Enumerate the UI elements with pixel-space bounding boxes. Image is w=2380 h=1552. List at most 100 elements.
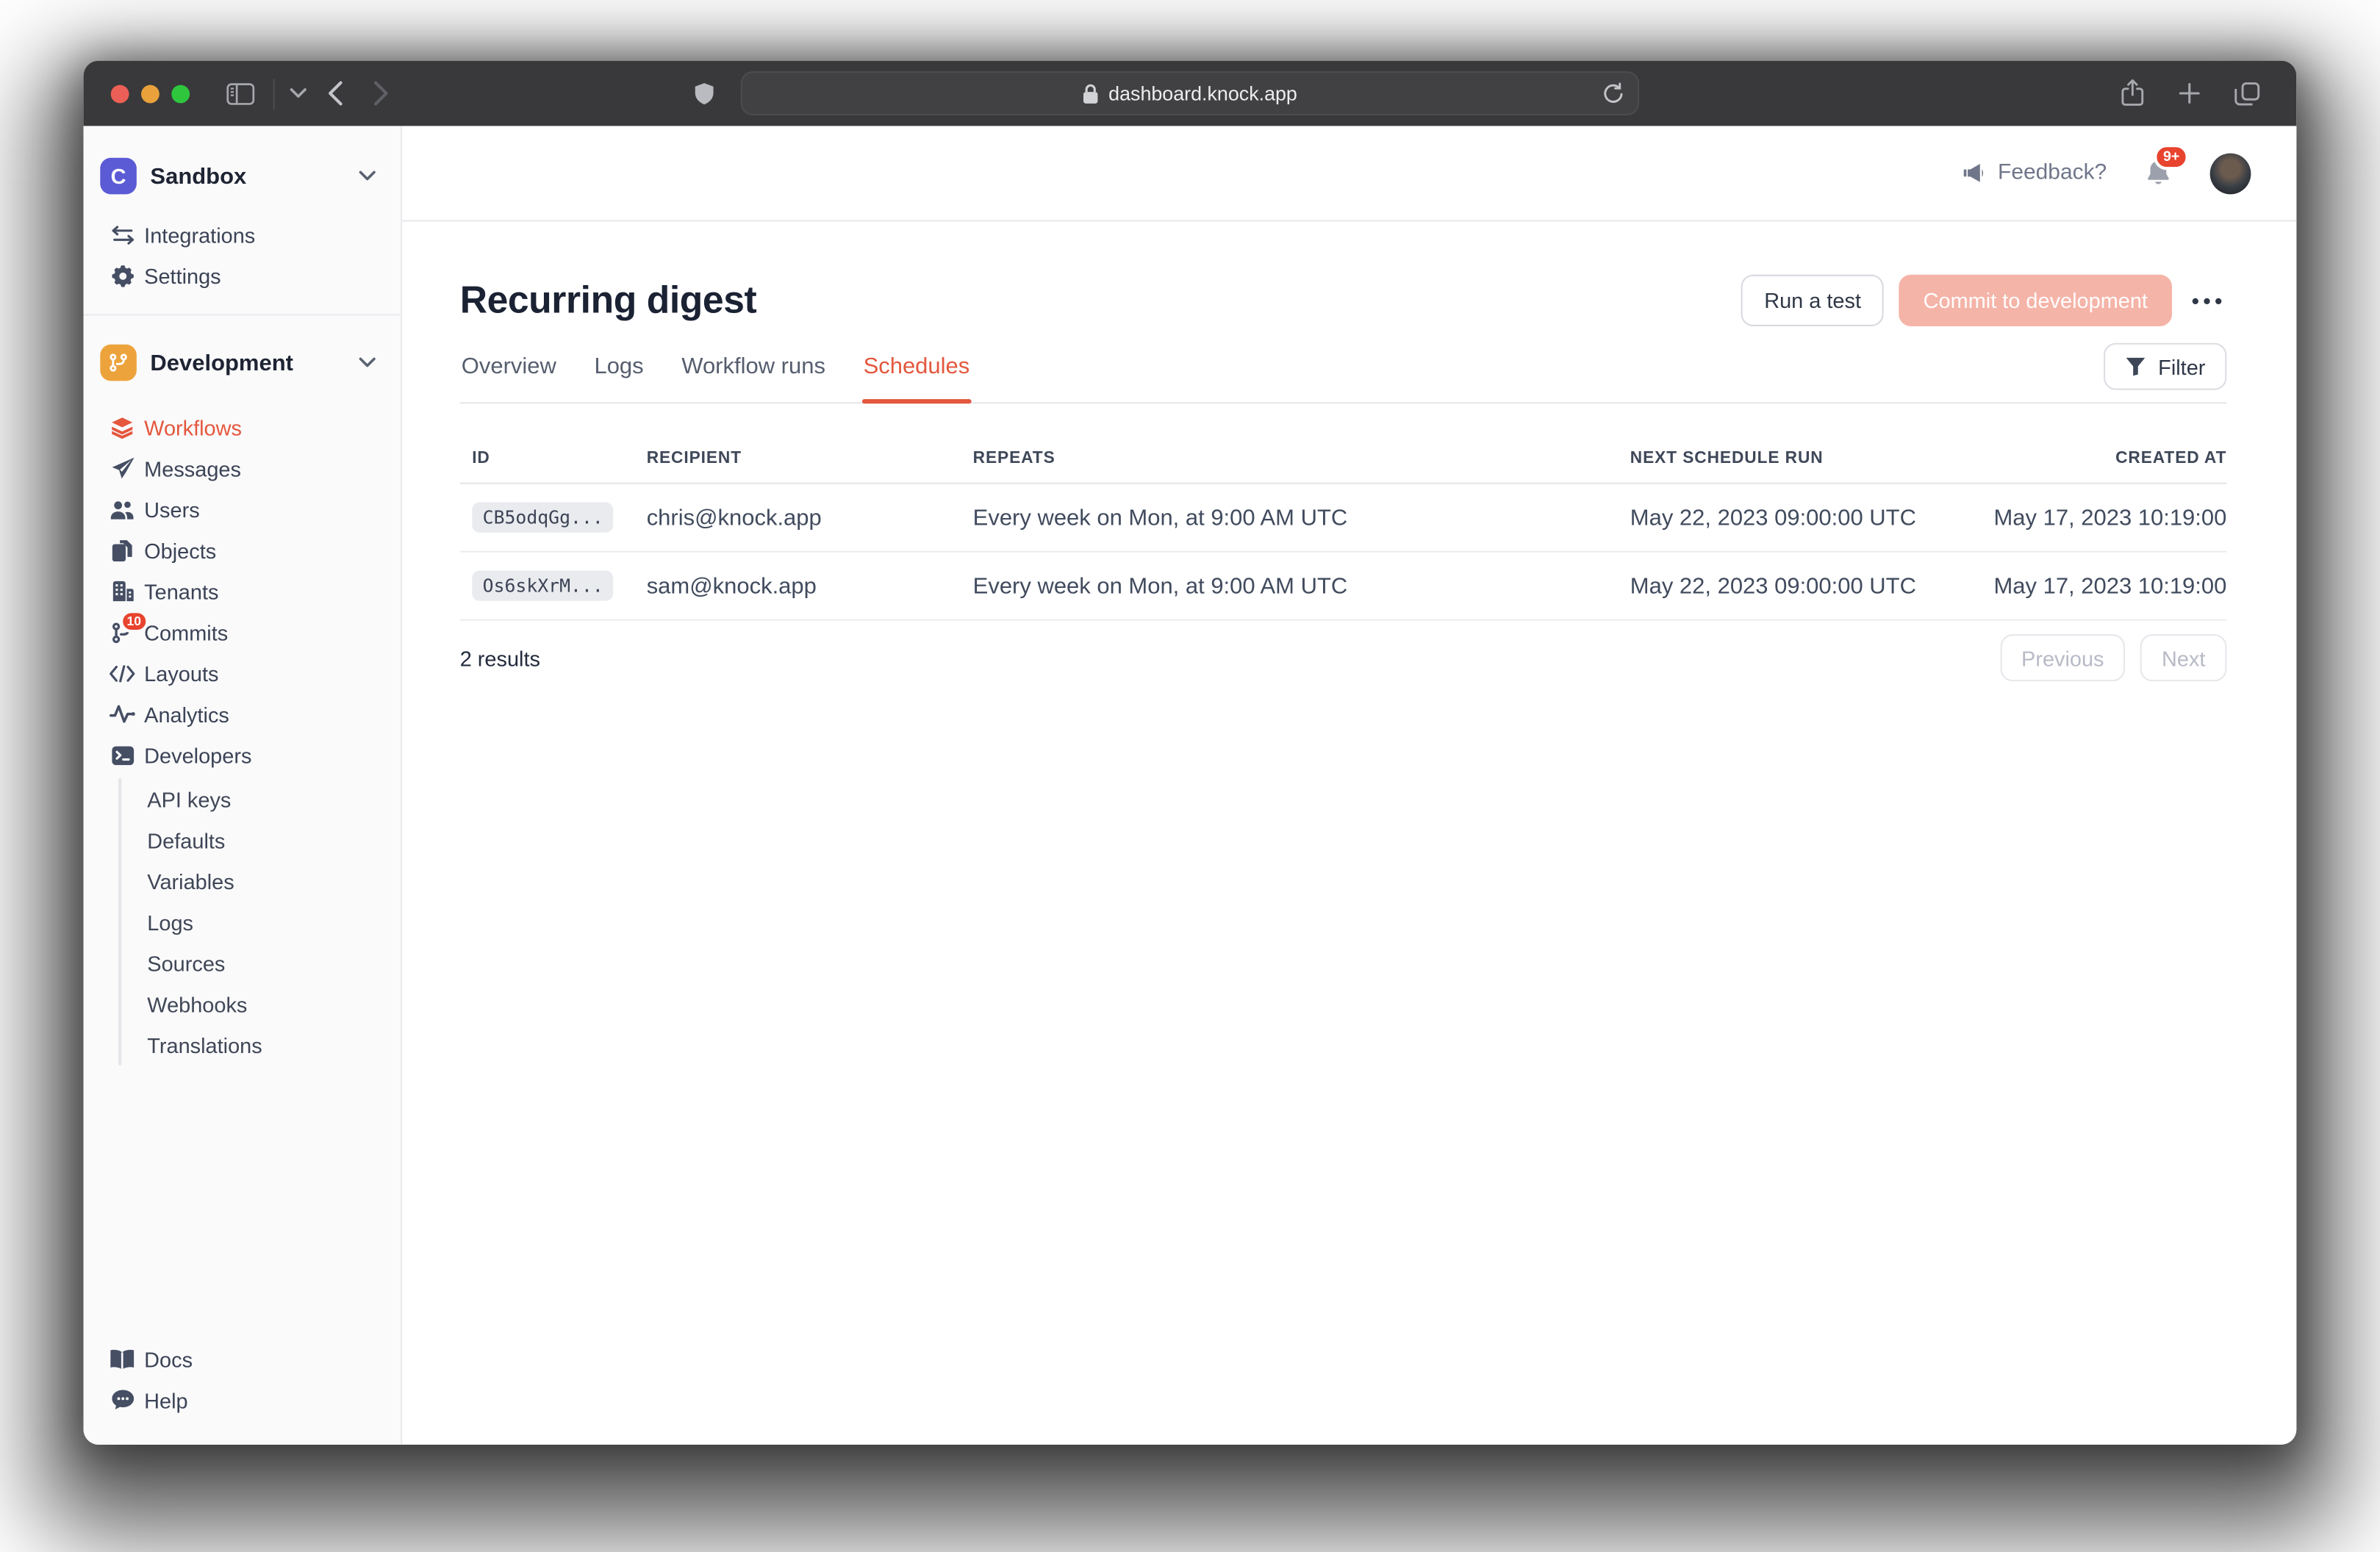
sidebar-subitem-variables[interactable]: Variables	[147, 861, 401, 902]
objects-icon	[110, 538, 135, 562]
main-area: Feedback? 9+ Recurring digest Run	[402, 126, 2296, 1444]
titlebar-right	[2121, 61, 2260, 126]
filter-button[interactable]: Filter	[2104, 343, 2227, 390]
sidebar-item-label: Settings	[144, 263, 221, 287]
sidebar-item-label: Tenants	[144, 579, 218, 603]
browser-window: dashboard.knock.app	[84, 61, 2297, 1445]
sidebar-item-label: Users	[144, 497, 200, 521]
table-row[interactable]: Os6skXrM...sam@knock.appEvery week on Mo…	[460, 553, 2227, 621]
sidebar-divider	[84, 314, 401, 315]
sidebar-item-label: Objects	[144, 538, 216, 562]
cell-repeats: Every week on Mon, at 9:00 AM UTC	[973, 573, 1630, 599]
column-header-next-schedule-run: NEXT SCHEDULE RUN	[1630, 449, 1979, 467]
next-button[interactable]: Next	[2140, 634, 2226, 681]
new-tab-icon[interactable]	[2178, 82, 2201, 105]
cell-id: CB5odqGg...	[472, 503, 646, 533]
url-bar[interactable]: dashboard.knock.app	[741, 71, 1639, 115]
commits-count-badge: 10	[119, 609, 148, 632]
notifications-button[interactable]: 9+	[2143, 157, 2173, 189]
tab-logs[interactable]: Logs	[592, 343, 645, 403]
run-a-test-button[interactable]: Run a test	[1741, 275, 1884, 326]
sidebar-top-list: Integrations Settings	[84, 214, 401, 296]
commit-to-development-button[interactable]: Commit to development	[1899, 275, 2172, 326]
tab-schedules[interactable]: Schedules	[862, 343, 972, 403]
minimize-button[interactable]	[141, 85, 159, 103]
column-header-repeats: REPEATS	[973, 449, 1630, 467]
sidebar-item-docs[interactable]: Docs	[84, 1338, 401, 1379]
sidebar-item-integrations[interactable]: Integrations	[84, 214, 401, 255]
sidebar-item-layouts[interactable]: Layouts	[84, 653, 401, 694]
sidebar-item-objects[interactable]: Objects	[84, 530, 401, 571]
reload-icon[interactable]	[1603, 73, 1624, 114]
sidebar-item-commits[interactable]: 10Commits	[84, 611, 401, 653]
paper-plane-icon	[110, 457, 135, 480]
section-label: Development	[150, 350, 293, 376]
forward-icon[interactable]	[373, 80, 389, 106]
table-row[interactable]: CB5odqGg...chris@knock.appEvery week on …	[460, 484, 2227, 553]
cell-next-schedule-run: May 22, 2023 09:00:00 UTC	[1630, 505, 1979, 531]
traffic-lights	[111, 61, 190, 126]
book-icon	[110, 1348, 135, 1370]
sidebar-item-settings[interactable]: Settings	[84, 255, 401, 296]
sidebar-item-help[interactable]: Help	[84, 1379, 401, 1420]
tab-overview-icon[interactable]	[2234, 81, 2260, 105]
terminal-icon	[110, 744, 135, 766]
feedback-label: Feedback?	[1998, 161, 2107, 185]
titlebar-nav	[226, 61, 389, 126]
git-branch-icon	[100, 345, 137, 381]
tab-workflow-runs[interactable]: Workflow runs	[680, 343, 827, 403]
sidebar-toggle-icon[interactable]	[226, 81, 255, 105]
tab-overview[interactable]: Overview	[460, 343, 558, 403]
sidebar-developers-sublist: API keys Defaults VariablesLogsSourcesWebh…	[118, 778, 401, 1065]
sidebar-item-developers[interactable]: Developers	[84, 734, 401, 775]
results-count: 2 results	[460, 646, 540, 670]
gear-icon	[110, 263, 135, 287]
sidebar-item-label: Messages	[144, 456, 241, 481]
cell-created-at: May 17, 2023 10:19:00	[1979, 573, 2227, 599]
cell-next-schedule-run: May 22, 2023 09:00:00 UTC	[1630, 573, 1979, 599]
environment-switcher[interactable]: C Sandbox	[84, 150, 401, 201]
close-button[interactable]	[111, 85, 129, 103]
sidebar-subitem-sources[interactable]: Sources	[147, 942, 401, 983]
more-options-button[interactable]	[2187, 275, 2227, 326]
sidebar-item-workflows[interactable]: Workflows	[84, 406, 401, 448]
zoom-button[interactable]	[171, 85, 190, 103]
previous-button[interactable]: Previous	[2000, 634, 2125, 681]
sidebar-subitem-translations[interactable]: Translations	[147, 1024, 401, 1066]
sidebar-subitem-logs[interactable]: Logs	[147, 902, 401, 943]
back-icon[interactable]	[328, 80, 343, 106]
sidebar-subitem-api-keys[interactable]: API keys	[147, 778, 401, 819]
tab-group-chevron-icon[interactable]	[290, 88, 307, 98]
users-icon	[110, 498, 135, 520]
sidebar-subitem-webhooks[interactable]: Webhooks	[147, 983, 401, 1024]
tabs-row: Overview Logs Workflow runs Schedules Filte…	[460, 343, 2227, 404]
privacy-shield-icon[interactable]	[694, 61, 715, 126]
sidebar-item-analytics[interactable]: Analytics	[84, 694, 401, 735]
environment-section-switcher[interactable]: Development	[84, 337, 401, 388]
cell-recipient: chris@knock.app	[647, 505, 973, 531]
integrations-icon	[110, 224, 135, 245]
sidebar-item-label: Docs	[144, 1347, 193, 1371]
git-branch-icon: 10	[110, 620, 135, 644]
sidebar-item-label: Developers	[144, 743, 251, 767]
sidebar-bottom-list: Docs Help	[84, 1338, 401, 1445]
sidebar: C Sandbox Integrations Settings Developme…	[84, 126, 403, 1444]
url-text: dashboard.knock.app	[1108, 82, 1297, 105]
avatar[interactable]	[2210, 153, 2251, 194]
sidebar-item-tenants[interactable]: Tenants	[84, 570, 401, 611]
notification-count-badge: 9+	[2154, 143, 2189, 169]
share-icon[interactable]	[2121, 79, 2145, 107]
lock-icon	[1083, 83, 1100, 104]
titlebar-divider	[273, 78, 275, 108]
sidebar-item-messages[interactable]: Messages	[84, 448, 401, 489]
code-icon	[110, 664, 135, 682]
filter-label: Filter	[2158, 354, 2205, 378]
cell-recipient: sam@knock.app	[647, 573, 973, 599]
sidebar-subitem-defaults[interactable]: Defaults	[147, 819, 401, 861]
feedback-button[interactable]: Feedback?	[1961, 161, 2107, 185]
sidebar-item-users[interactable]: Users	[84, 489, 401, 530]
sidebar-item-label: Defaults	[147, 827, 225, 852]
sidebar-item-label: Analytics	[144, 702, 229, 726]
sidebar-item-label: Integrations	[144, 223, 255, 247]
funnel-icon	[2125, 356, 2146, 376]
